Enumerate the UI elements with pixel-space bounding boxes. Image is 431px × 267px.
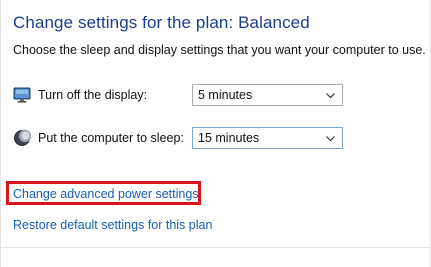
display-setting-row: Turn off the display: 5 minutes bbox=[13, 84, 353, 108]
chevron-down-icon bbox=[326, 93, 335, 99]
chevron-down-icon bbox=[326, 136, 335, 142]
moon-icon bbox=[14, 129, 31, 146]
display-timeout-value: 5 minutes bbox=[198, 88, 253, 102]
page-subtitle: Choose the sleep and display settings th… bbox=[13, 43, 426, 57]
display-timeout-label: Turn off the display: bbox=[38, 88, 148, 102]
display-timeout-select[interactable]: 5 minutes bbox=[192, 84, 343, 106]
page-title: Change settings for the plan: Balanced bbox=[13, 13, 310, 32]
divider bbox=[1, 247, 431, 248]
restore-defaults-link[interactable]: Restore default settings for this plan bbox=[13, 218, 212, 232]
advanced-power-settings-link[interactable]: Change advanced power settings bbox=[13, 187, 199, 201]
sleep-setting-row: Put the computer to sleep: 15 minutes bbox=[13, 127, 353, 151]
sleep-timeout-select[interactable]: 15 minutes bbox=[192, 127, 343, 149]
power-plan-settings-page: Change settings for the plan: Balanced C… bbox=[0, 0, 431, 267]
sleep-timeout-label: Put the computer to sleep: bbox=[38, 131, 184, 145]
monitor-icon bbox=[13, 87, 31, 103]
sleep-timeout-value: 15 minutes bbox=[198, 131, 260, 145]
